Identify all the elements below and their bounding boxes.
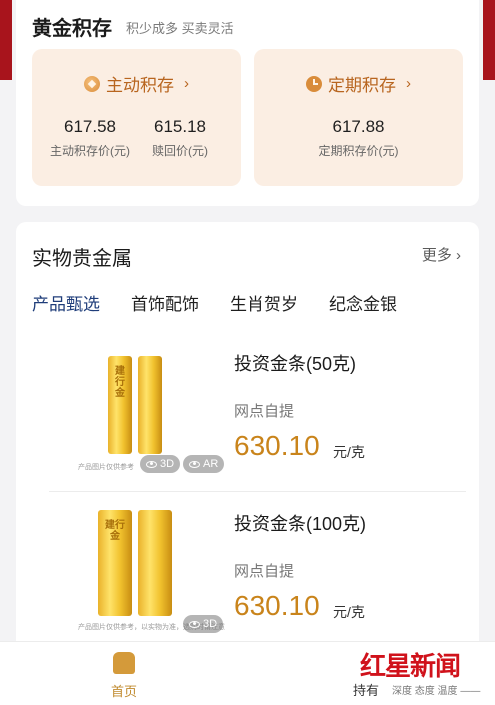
product-divider [49, 491, 466, 492]
product-image: 建行金 产品图片仅供参考，以实物为准，选购时请注意 3D [76, 500, 226, 635]
redeem-price: 615.18 [154, 117, 206, 136]
product-name: 投资金条(50克) [234, 354, 357, 374]
active-savings-price: 617.58 [64, 117, 116, 136]
fixed-savings-price-label: 定期积存价(元) [318, 144, 399, 158]
eye-icon [146, 460, 157, 468]
product-item[interactable]: 建行金 产品图片仅供参考 3D AR 投资金条(50克) 网点自提 630.10… [16, 340, 479, 490]
nav-home-label: 首页 [110, 684, 137, 699]
product-pickup-tag: 网点自提 [234, 403, 295, 420]
gold-bar-stamp: 建行金 [105, 520, 125, 542]
redeem-price-label: 赎回价(元) [152, 144, 208, 158]
precious-metals-card: 实物贵金属 更多 › 产品甄选 首饰配饰 生肖贺岁 纪念金银 建行金 产品图片仅… [16, 222, 479, 642]
chevron-right-icon: › [406, 75, 411, 92]
clock-icon [306, 75, 322, 92]
gold-savings-title: 黄金积存 [32, 18, 112, 40]
product-pickup-tag: 网点自提 [234, 563, 295, 580]
view-3d-label: 3D [203, 618, 218, 630]
view-ar-button[interactable]: AR [183, 455, 225, 473]
redeem-price-block: 615.18 赎回价(元) [152, 117, 208, 159]
gold-bar-back [138, 510, 172, 616]
fixed-savings-price: 617.88 [332, 117, 385, 136]
tab-jewelry[interactable]: 首饰配饰 [131, 290, 199, 315]
active-savings-panel[interactable]: 主动积存 › 617.58 主动积存价(元) 615.18 赎回价(元) [32, 49, 241, 186]
fixed-savings-panel[interactable]: 定期积存 › 617.88 定期积存价(元) [254, 49, 463, 186]
view-3d-button[interactable]: 3D [183, 615, 224, 633]
product-name: 投资金条(100克) [234, 514, 367, 534]
product-price: 630.10 [234, 590, 320, 621]
nav-home[interactable]: 首页 [98, 652, 150, 700]
gold-bar-stamp: 建行金 [115, 366, 125, 399]
header-red-strip-left [0, 0, 12, 80]
tab-commemorative[interactable]: 纪念金银 [329, 290, 397, 315]
gold-bar-front: 建行金 [108, 356, 132, 454]
view-ar-label: AR [203, 458, 219, 470]
home-icon [113, 652, 135, 674]
gold-bar-front: 建行金 [98, 510, 132, 616]
coin-icon [84, 75, 100, 92]
fixed-price-block: 617.88 定期积存价(元) [254, 117, 463, 159]
precious-metals-title: 实物贵金属 [32, 248, 132, 270]
eye-icon [189, 460, 200, 468]
product-item[interactable]: 建行金 产品图片仅供参考，以实物为准，选购时请注意 3D 投资金条(100克) … [16, 500, 479, 650]
more-link[interactable]: 更多 › [422, 244, 461, 265]
eye-icon [189, 620, 200, 628]
active-savings-header[interactable]: 主动积存 › [32, 71, 241, 96]
tab-zodiac[interactable]: 生肖贺岁 [230, 290, 298, 315]
gold-savings-card: 黄金积存 积少成多 买卖灵活 主动积存 › 617.58 主动积存价(元) 61… [16, 0, 479, 206]
fixed-savings-header[interactable]: 定期积存 › [254, 71, 463, 96]
watermark-tagline: 深度 态度 温度 —— [392, 686, 481, 697]
tab-featured[interactable]: 产品甄选 [32, 290, 100, 315]
watermark-brand: 红星新闻 [360, 652, 461, 682]
product-image: 建行金 产品图片仅供参考 3D AR [76, 340, 226, 475]
category-tabs: 产品甄选 首饰配饰 生肖贺岁 纪念金银 [32, 290, 428, 315]
gold-bar-back [138, 356, 162, 454]
image-disclaimer: 产品图片仅供参考 [78, 464, 134, 471]
view-3d-button[interactable]: 3D [140, 455, 181, 473]
view-3d-label: 3D [160, 458, 175, 470]
fixed-savings-label: 定期积存 [328, 76, 396, 95]
chevron-right-icon: › [184, 75, 189, 92]
header-red-strip-right [483, 0, 495, 80]
product-price: 630.10 [234, 430, 320, 461]
product-price-unit: 元/克 [333, 604, 365, 620]
active-price-block: 617.58 主动积存价(元) [50, 117, 130, 159]
active-savings-label: 主动积存 [106, 76, 174, 95]
product-price-unit: 元/克 [333, 444, 365, 460]
gold-savings-subtitle: 积少成多 买卖灵活 [126, 21, 234, 36]
active-savings-price-label: 主动积存价(元) [50, 144, 130, 158]
news-watermark: 红星新闻 深度 态度 温度 —— [360, 646, 490, 702]
